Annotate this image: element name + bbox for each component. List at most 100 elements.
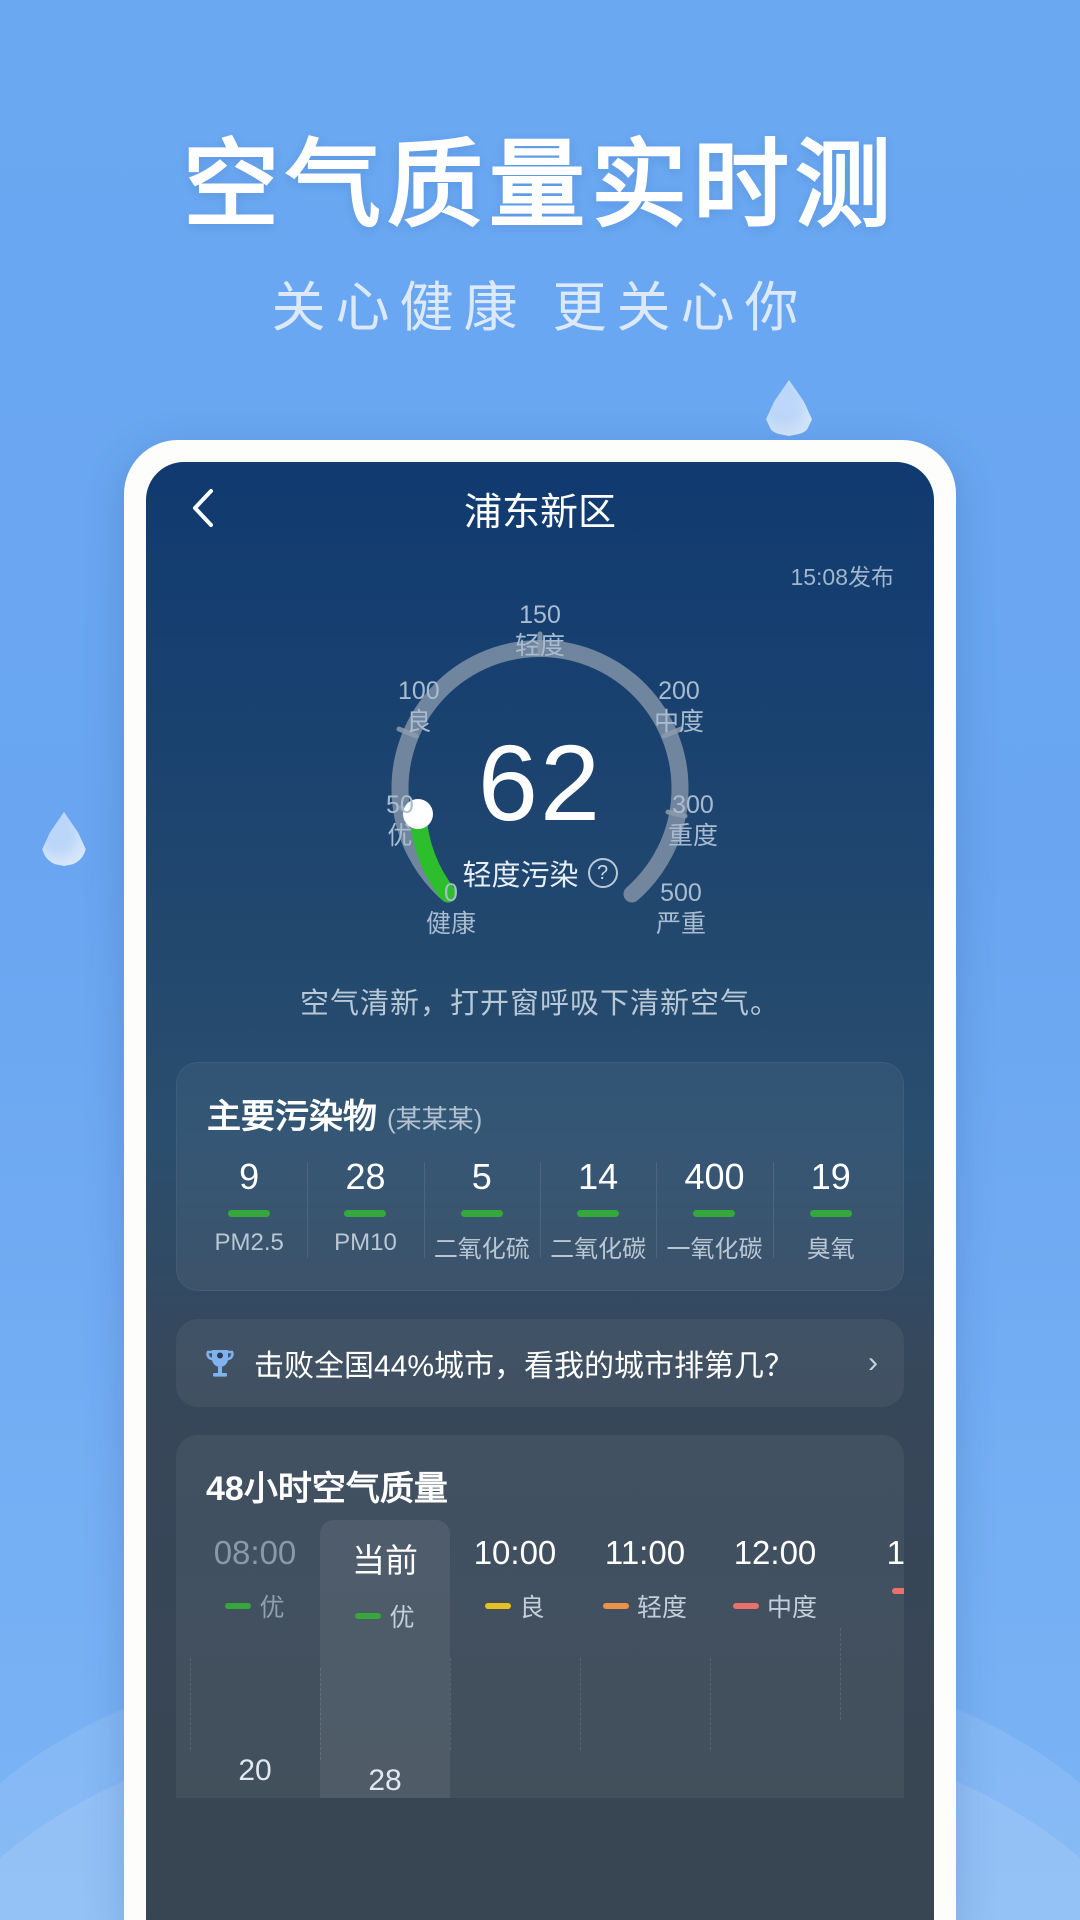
pollutant-item[interactable]: 9 PM2.5: [191, 1156, 307, 1264]
scale-label: 健康: [426, 909, 477, 938]
hour-gridline: [710, 1658, 840, 1750]
pollutants-row: 9 PM2.5 28 PM10 5 二氧化硫 14 二氧化碳 400 一氧化碳 …: [177, 1156, 903, 1290]
scale-num: 300: [672, 791, 714, 819]
hour-gridline: [190, 1658, 320, 1750]
pollutant-item[interactable]: 19 臭氧: [772, 1156, 889, 1264]
pollutant-item[interactable]: 28 PM10: [307, 1156, 423, 1264]
hourly-item[interactable]: 10:00 良: [450, 1520, 580, 1798]
pollutant-level-bar: [460, 1210, 503, 1217]
pollutants-subtitle: (某某某): [387, 1104, 483, 1134]
aqi-value: 62: [477, 722, 603, 843]
aqi-level-text: 轻度污染: [462, 860, 579, 892]
hourly-aqi-card: 48小时空气质量 08:00 优 20 当前 优 28 10:00 良 11:0…: [176, 1435, 904, 1798]
air-quality-tip: 空气清新，打开窗呼吸下清新空气。: [299, 988, 780, 1020]
hour-quality: 良: [450, 1588, 580, 1624]
pollutant-level-bar: [809, 1210, 852, 1217]
question-mark-icon[interactable]: ?: [587, 858, 618, 888]
pollutants-card: 主要污染物 (某某某) 9 PM2.5 28 PM10 5 二氧化硫 14 二氧…: [176, 1062, 904, 1291]
pollutant-item[interactable]: 400 一氧化碳: [656, 1156, 772, 1264]
back-button[interactable]: [180, 485, 226, 531]
pollutant-item[interactable]: 14 二氧化碳: [539, 1156, 656, 1264]
hour-quality: 优: [190, 1588, 320, 1624]
hour-time: 08:00: [213, 1534, 297, 1571]
pollutants-card-header: 主要污染物 (某某某): [177, 1063, 903, 1156]
hourly-list[interactable]: 08:00 优 20 当前 优 28 10:00 良 11:00 轻度 12:0…: [176, 1520, 904, 1798]
hourly-title: 48小时空气质量: [206, 1470, 448, 1508]
gauge-scale-200: 200 中度: [654, 676, 704, 737]
scale-label: 严重: [655, 909, 706, 938]
phone-mockup: 浦东新区 15:08发布 62 轻度污染 ? 0 健康 50 优 100 良 1…: [124, 440, 956, 1920]
hour-quality: 轻度: [580, 1588, 710, 1624]
pollutant-level-bar: [344, 1210, 387, 1217]
city-title: 浦东新区: [463, 491, 616, 534]
quality-dash-icon: [892, 1588, 904, 1594]
city-ranking-banner[interactable]: 击败全国44%城市，看我的城市排第几？ ›: [176, 1319, 904, 1407]
hourly-item-current[interactable]: 当前 优 28: [320, 1520, 450, 1798]
scale-label: 良: [406, 707, 432, 736]
scale-label: 中度: [653, 707, 704, 736]
scale-num: 200: [658, 677, 700, 705]
aqi-level: 轻度污染 ?: [146, 852, 934, 894]
gauge-scale-100: 100 良: [398, 676, 440, 737]
pollutant-value: 9: [239, 1156, 260, 1197]
gauge-scale-50: 50 优: [386, 790, 414, 851]
hero-section: 空气质量实时测 关心健康 更关心你: [0, 0, 1080, 342]
page-subtitle: 关心健康 更关心你: [271, 277, 809, 338]
pollutant-name: 二氧化碳: [550, 1236, 647, 1263]
gauge-scale-150: 150 轻度: [146, 600, 934, 661]
pollutant-level-bar: [228, 1210, 271, 1217]
trophy-icon: [206, 1350, 234, 1377]
aqi-gauge: 62 轻度污染 ? 0 健康 50 优 100 良 150 轻度 200 中度 …: [146, 584, 934, 974]
hourly-item[interactable]: 12:00 中度: [710, 1520, 840, 1798]
page-title: 空气质量实时测: [183, 132, 897, 239]
hour-quality: 中度: [710, 1588, 840, 1624]
pollutant-value: 400: [684, 1156, 745, 1197]
scale-num: 0: [444, 879, 458, 907]
hourly-item[interactable]: 11:00 轻度: [580, 1520, 710, 1798]
scale-num: 150: [519, 601, 561, 629]
scale-label: 优: [387, 821, 413, 850]
hour-time: 13: [886, 1534, 904, 1571]
pollutant-level-bar: [577, 1210, 620, 1217]
hour-time: 当前: [352, 1542, 418, 1579]
gauge-scale-500: 500 严重: [656, 878, 706, 939]
pollutant-value: 5: [471, 1156, 492, 1197]
hour-value: 28: [368, 1764, 402, 1797]
hour-quality: [840, 1588, 904, 1594]
pollutant-name: 一氧化碳: [666, 1236, 763, 1263]
hour-gridline: [580, 1658, 710, 1750]
hour-quality: 优: [320, 1598, 450, 1634]
quality-label: 轻度: [636, 1594, 687, 1622]
hour-time: 11:00: [604, 1534, 686, 1571]
scale-label: 重度: [667, 821, 718, 850]
hour-value: 20: [238, 1754, 272, 1787]
pollutant-name: PM10: [334, 1229, 397, 1256]
scale-num: 50: [386, 791, 414, 819]
gauge-scale-0: 0 健康: [426, 878, 476, 939]
hour-time: 12:00: [733, 1534, 817, 1571]
pollutant-item[interactable]: 5 二氧化硫: [423, 1156, 540, 1264]
hourly-item[interactable]: 08:00 优 20: [190, 1520, 320, 1798]
chevron-left-icon: [193, 489, 213, 527]
quality-dash-icon: [732, 1603, 759, 1609]
pollutant-name: 臭氧: [806, 1236, 855, 1263]
water-droplet-icon: [42, 812, 86, 866]
pollutant-value: 28: [345, 1156, 386, 1197]
scale-label: 轻度: [514, 631, 565, 660]
hour-gridline: [840, 1628, 904, 1720]
app-header: 浦东新区: [146, 462, 934, 554]
scale-num: 500: [660, 879, 702, 907]
chevron-right-icon[interactable]: ›: [868, 1346, 878, 1380]
quality-label: 优: [389, 1604, 415, 1632]
ranking-text: 击败全国44%城市，看我的城市排第几？: [254, 1350, 795, 1383]
quality-dash-icon: [225, 1603, 252, 1609]
quality-dash-icon: [355, 1613, 382, 1619]
gauge-scale-300: 300 重度: [668, 790, 718, 851]
pollutant-value: 19: [810, 1156, 851, 1197]
pollutant-name: PM2.5: [214, 1229, 284, 1256]
quality-label: 优: [259, 1594, 285, 1622]
pollutants-title: 主要污染物: [207, 1098, 377, 1136]
hourly-item[interactable]: 13: [840, 1520, 904, 1798]
pollutant-name: 二氧化硫: [433, 1236, 530, 1263]
quality-dash-icon: [485, 1603, 512, 1609]
